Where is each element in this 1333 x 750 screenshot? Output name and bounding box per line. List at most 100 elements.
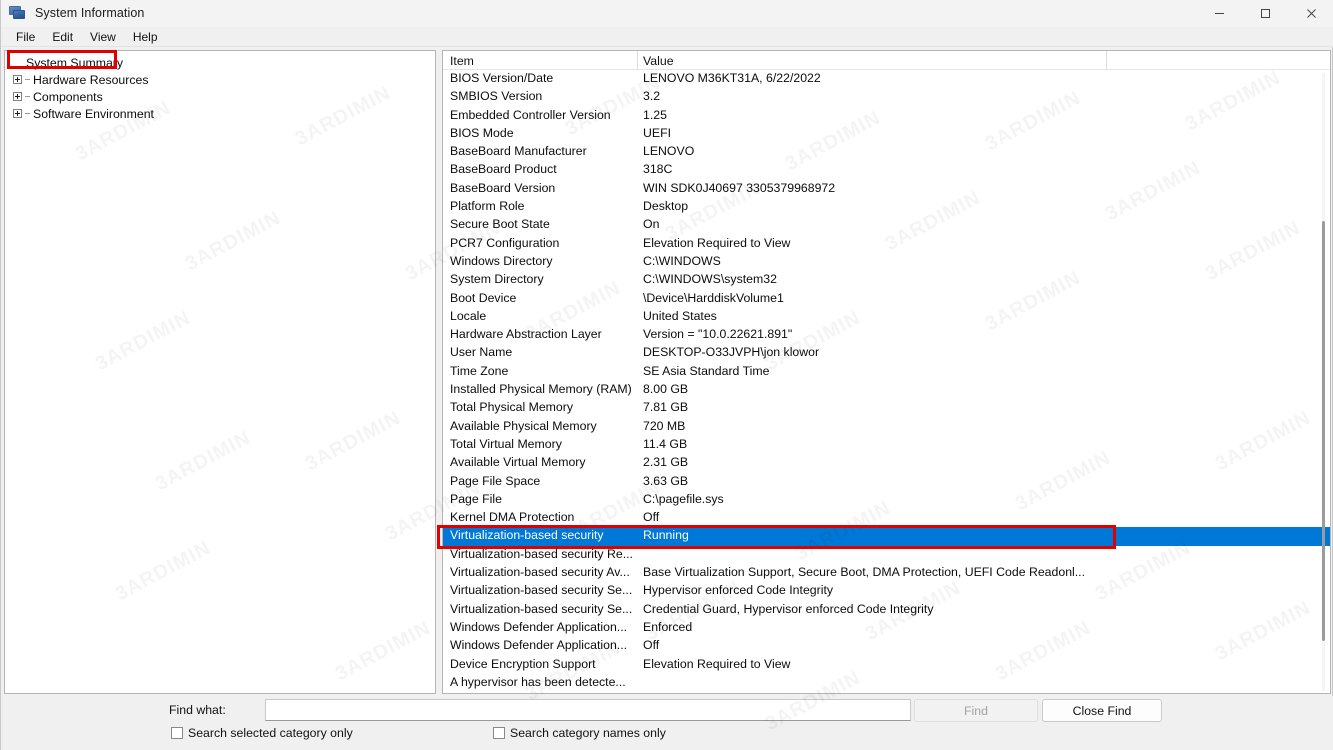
- table-cell-item: Time Zone: [450, 364, 508, 378]
- table-row[interactable]: Hardware Abstraction LayerVersion = "10.…: [443, 326, 1330, 344]
- table-row[interactable]: BaseBoard Version WIN SDK0J40697 33053799…: [443, 180, 1330, 198]
- table-cell-value: 3.63 GB: [643, 474, 688, 488]
- table-row[interactable]: Windows DirectoryC:\WINDOWS: [443, 253, 1330, 271]
- table-row[interactable]: Total Virtual Memory11.4 GB: [443, 436, 1330, 454]
- table-cell-item: User Name: [450, 345, 512, 359]
- category-tree-panel[interactable]: System Summary Hardware ResourcesComponen…: [4, 50, 436, 694]
- minimize-icon[interactable]: [1196, 0, 1242, 27]
- tree-connector: [25, 79, 30, 80]
- table-row[interactable]: PCR7 ConfigurationElevation Required to …: [443, 235, 1330, 253]
- column-header-item[interactable]: Item: [450, 54, 474, 68]
- table-cell-item: Hardware Abstraction Layer: [450, 327, 602, 341]
- table-row[interactable]: BaseBoard ManufacturerLENOVO: [443, 143, 1330, 161]
- menubar: File Edit View Help: [1, 27, 1333, 47]
- tree-item-software-environment[interactable]: Software Environment: [7, 105, 435, 122]
- tree-item-system-summary[interactable]: System Summary: [7, 54, 435, 71]
- tree-spacer: [9, 54, 25, 71]
- close-icon[interactable]: [1288, 0, 1333, 27]
- table-cell-value: Credential Guard, Hypervisor enforced Co…: [643, 602, 933, 616]
- table-row[interactable]: Platform RoleDesktop: [443, 198, 1330, 216]
- expand-plus-icon[interactable]: [9, 71, 25, 88]
- table-row[interactable]: LocaleUnited States: [443, 308, 1330, 326]
- table-row[interactable]: Windows Defender Application...Enforced: [443, 619, 1330, 637]
- find-what-input[interactable]: [265, 699, 911, 721]
- table-row[interactable]: Boot Device\Device\HarddiskVolume1: [443, 290, 1330, 308]
- table-row[interactable]: Available Virtual Memory 2.31 GB: [443, 454, 1330, 472]
- tree-item-hardware-resources[interactable]: Hardware Resources: [7, 71, 435, 88]
- table-row[interactable]: Windows Defender Application...Off: [443, 637, 1330, 655]
- table-cell-value: LENOVO M36KT31A, 6/22/2022: [643, 71, 821, 85]
- table-cell-value: 11.4 GB: [643, 437, 687, 451]
- scrollbar-thumb[interactable]: [1322, 221, 1325, 641]
- table-cell-value: C:\WINDOWS\system32: [643, 272, 777, 286]
- table-cell-item: Boot Device: [450, 291, 516, 305]
- table-row[interactable]: Page File Space 3.63 GB: [443, 473, 1330, 491]
- table-row[interactable]: Total Physical Memory 7.81 GB: [443, 399, 1330, 417]
- table-cell-value: 2.31 GB: [643, 455, 688, 469]
- table-cell-value: Off: [643, 510, 659, 524]
- table-cell-item: A hypervisor has been detecte...: [450, 675, 626, 689]
- table-row[interactable]: Secure Boot StateOn: [443, 216, 1330, 234]
- table-row[interactable]: System DirectoryC:\WINDOWS\system32: [443, 271, 1330, 289]
- tree-item-label: System Summary: [25, 56, 123, 70]
- table-cell-item: SMBIOS Version: [450, 89, 542, 103]
- table-cell-value: DESKTOP-O33JVPH\jon klowor: [643, 345, 819, 359]
- tree-item-label: Hardware Resources: [32, 73, 149, 87]
- table-row[interactable]: Virtualization-based security Se...Hyper…: [443, 582, 1330, 600]
- menu-item-file[interactable]: File: [8, 28, 43, 46]
- table-row[interactable]: Virtualization-based security Av...Base …: [443, 564, 1330, 582]
- table-cell-value: 7.81 GB: [643, 400, 688, 414]
- expand-plus-icon[interactable]: [9, 88, 25, 105]
- table-cell-value: WIN SDK0J40697 3305379968972: [643, 181, 835, 195]
- window-controls: [1196, 0, 1333, 27]
- menu-item-edit[interactable]: Edit: [44, 28, 81, 46]
- close-find-button[interactable]: Close Find: [1042, 699, 1162, 722]
- table-row[interactable]: Time ZoneSE Asia Standard Time: [443, 363, 1330, 381]
- titlebar: System Information: [1, 0, 1333, 27]
- table-row[interactable]: Installed Physical Memory (RAM)8.00 GB: [443, 381, 1330, 399]
- table-cell-item: BaseBoard Manufacturer: [450, 144, 587, 158]
- table-row[interactable]: Available Physical Memory720 MB: [443, 418, 1330, 436]
- table-row[interactable]: Device Encryption SupportElevation Requi…: [443, 656, 1330, 674]
- table-cell-item: Embedded Controller Version: [450, 108, 611, 122]
- table-row[interactable]: Virtualization-based securityRunning: [443, 527, 1330, 545]
- search-selected-category-checkbox[interactable]: Search selected category only: [171, 726, 353, 740]
- list-vertical-scrollbar[interactable]: [1319, 73, 1328, 691]
- find-button[interactable]: Find: [914, 699, 1038, 722]
- table-row[interactable]: Embedded Controller Version1.25: [443, 107, 1330, 125]
- search-category-names-label: Search category names only: [510, 726, 666, 740]
- table-row[interactable]: A hypervisor has been detecte...: [443, 674, 1330, 692]
- table-row[interactable]: Virtualization-based security Se... Crede…: [443, 601, 1330, 619]
- table-cell-value: Elevation Required to View: [643, 236, 790, 250]
- table-cell-item: Page File Space: [450, 474, 540, 488]
- search-category-names-checkbox[interactable]: Search category names only: [493, 726, 666, 740]
- table-cell-item: Available Virtual Memory: [450, 455, 586, 469]
- table-row[interactable]: BaseBoard Product318C: [443, 161, 1330, 179]
- table-row[interactable]: BIOS ModeUEFI: [443, 125, 1330, 143]
- table-cell-value: 318C: [643, 162, 672, 176]
- tree-item-components[interactable]: Components: [7, 88, 435, 105]
- table-cell-item: Total Physical Memory: [450, 400, 573, 414]
- table-cell-item: BaseBoard Version: [450, 181, 555, 195]
- table-row[interactable]: User Name DESKTOP-O33JVPH\jon klowor: [443, 344, 1330, 362]
- table-row[interactable]: SMBIOS Version3.2: [443, 88, 1330, 106]
- table-cell-item: Virtualization-based security Av...: [450, 565, 630, 579]
- expand-plus-icon[interactable]: [9, 105, 25, 122]
- table-cell-value: 720 MB: [643, 419, 685, 433]
- window-title: System Information: [35, 6, 144, 20]
- table-row[interactable]: BIOS Version/Date LENOVO M36KT31A, 6/22/2…: [443, 70, 1330, 88]
- table-cell-item: BIOS Version/Date: [450, 71, 553, 85]
- details-list-panel[interactable]: Item Value BIOS Version/Date LENOVO M36KT…: [442, 50, 1331, 694]
- table-cell-item: Virtualization-based security Se...: [450, 602, 632, 616]
- checkbox-icon[interactable]: [171, 727, 183, 739]
- menu-item-help[interactable]: Help: [125, 28, 166, 46]
- table-cell-item: Locale: [450, 309, 486, 323]
- table-row[interactable]: Virtualization-based security Re...: [443, 546, 1330, 564]
- maximize-icon[interactable]: [1242, 0, 1288, 27]
- table-cell-value: 8.00 GB: [643, 382, 688, 396]
- table-row[interactable]: Kernel DMA ProtectionOff: [443, 509, 1330, 527]
- column-header-value[interactable]: Value: [643, 54, 674, 68]
- checkbox-icon[interactable]: [493, 727, 505, 739]
- table-row[interactable]: Page FileC:\pagefile.sys: [443, 491, 1330, 509]
- menu-item-view[interactable]: View: [82, 28, 124, 46]
